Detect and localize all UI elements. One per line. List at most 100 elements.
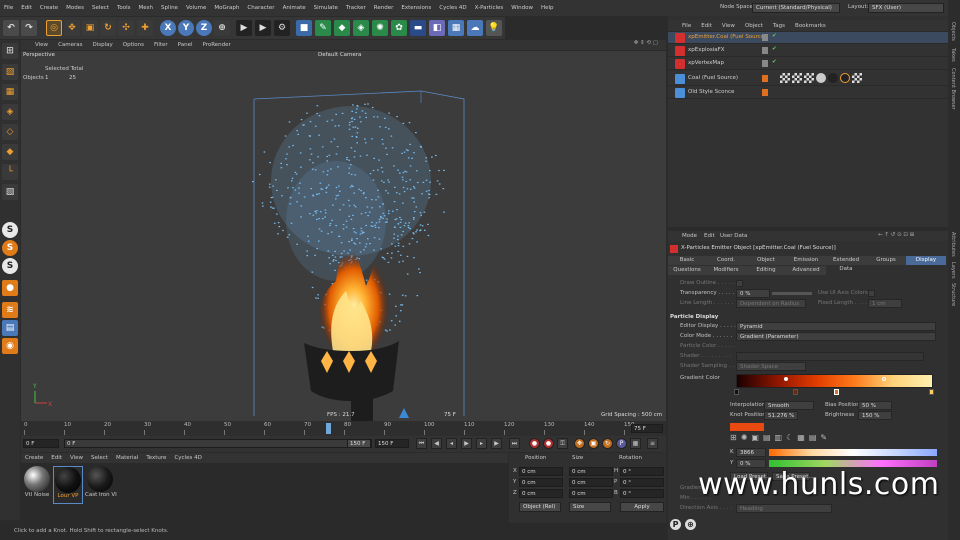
bias-position-field[interactable]: 50 % <box>858 401 892 410</box>
material-tag-icon[interactable] <box>840 73 850 83</box>
gradient-knot-handle[interactable] <box>882 377 886 381</box>
menu-cycles4d[interactable]: Cycles 4D <box>435 5 470 11</box>
axis-mode-icon[interactable]: └ <box>2 164 18 180</box>
edges-mode-icon[interactable]: ◇ <box>2 124 18 140</box>
menu-mesh[interactable]: Mesh <box>135 5 157 11</box>
size-y-field[interactable]: 0 cm <box>569 478 613 487</box>
s-tool-icon-2[interactable]: S <box>2 240 18 256</box>
side-tab-structure[interactable]: Structure <box>950 283 956 306</box>
material-menu-select[interactable]: Select <box>87 455 112 461</box>
move-icon[interactable]: ✥ <box>64 20 80 36</box>
viewport-menu-options[interactable]: Options <box>118 42 149 48</box>
parameter-key-icon[interactable]: P <box>616 438 627 449</box>
layout-dropdown[interactable]: SFX (User) <box>868 3 944 13</box>
preview-end-field[interactable]: 150 F <box>347 439 371 448</box>
3d-viewport[interactable]: Perspective Default Camera Selected Tota… <box>21 51 666 421</box>
next-frame-icon[interactable]: ▸ <box>476 438 487 449</box>
texture-mode-icon[interactable]: ▦ <box>2 84 18 100</box>
menu-edit[interactable]: Edit <box>17 5 36 11</box>
material-menu-edit[interactable]: Edit <box>47 455 66 461</box>
menu-simulate[interactable]: Simulate <box>310 5 342 11</box>
prev-frame-icon[interactable]: ◂ <box>446 438 457 449</box>
array-icon[interactable]: ◈ <box>353 20 369 36</box>
menu-render[interactable]: Render <box>370 5 398 11</box>
camera-icon[interactable]: ◧ <box>429 20 445 36</box>
recent-tools-icon[interactable]: ✣ <box>118 20 134 36</box>
visibility-dot-icon[interactable] <box>762 89 768 96</box>
redo-icon[interactable]: ↷ <box>21 20 37 36</box>
goto-start-icon[interactable]: ⏮ <box>416 438 427 449</box>
viewport-menu-prorender[interactable]: ProRender <box>198 42 236 48</box>
attribute-menu-edit[interactable]: Edit <box>704 233 715 239</box>
gradient-knot-selected[interactable] <box>834 389 839 395</box>
material-menu-material[interactable]: Material <box>112 455 142 461</box>
render-picture-viewer-icon[interactable]: ▶ <box>255 20 271 36</box>
timeline-menu-icon[interactable]: ≡ <box>647 438 658 449</box>
goto-end-icon[interactable]: ⏭ <box>509 438 520 449</box>
attribute-nav-icons[interactable]: ← ↑ ↺ ⊙ ⊡ ⊞ <box>878 232 914 238</box>
cloner-icon[interactable]: ✿ <box>391 20 407 36</box>
gradient-knot-handle[interactable] <box>784 377 788 381</box>
xp-tool-icon-3[interactable]: ▤ <box>2 320 18 336</box>
object-menu-edit[interactable]: Edit <box>696 23 717 29</box>
model-mode-icon[interactable]: ▨ <box>2 64 18 80</box>
subdivision-icon[interactable]: ◆ <box>334 20 350 36</box>
object-row[interactable]: xpVertexMap ✔ <box>668 58 948 70</box>
current-frame-field[interactable]: 75 F <box>631 424 663 433</box>
enabled-check-icon[interactable]: ✔ <box>772 46 777 52</box>
object-menu-view[interactable]: View <box>717 23 740 29</box>
make-editable-icon[interactable]: ⊞ <box>2 43 18 59</box>
tab-modifiers[interactable]: Modifiers <box>706 266 746 275</box>
swatches-icon[interactable]: ▤ <box>809 433 817 444</box>
position-x-field[interactable]: 0 cm <box>519 467 563 476</box>
tab-extended-data[interactable]: Extended Data <box>826 256 866 272</box>
object-menu-object[interactable]: Object <box>740 23 768 29</box>
sky-icon[interactable]: ☁ <box>467 20 483 36</box>
rotation-b-field[interactable]: 0 ° <box>620 489 664 498</box>
rgb-icon[interactable]: ▤ <box>763 433 771 444</box>
xp-logo-icon[interactable]: P <box>670 519 681 530</box>
tab-questions[interactable]: Questions <box>668 266 706 275</box>
timeline-ruler[interactable]: 0 10 20 30 40 50 60 70 80 90 100 110 120 130 140 150 75… <box>21 421 666 436</box>
apply-button[interactable]: Apply <box>620 502 664 512</box>
visibility-dot-icon[interactable] <box>762 60 768 67</box>
rotate-icon[interactable]: ↻ <box>100 20 116 36</box>
floor-icon[interactable]: ▬ <box>410 20 426 36</box>
position-z-field[interactable]: 0 cm <box>519 489 563 498</box>
attribute-menu-userdata[interactable]: User Data <box>720 233 747 239</box>
side-tab-layers[interactable]: Layers <box>950 262 956 279</box>
object-row[interactable]: xpExplosiaFX ✔ <box>668 45 948 57</box>
transform-icon[interactable]: ✚ <box>137 20 153 36</box>
viewport-menu-cameras[interactable]: Cameras <box>53 42 87 48</box>
object-row[interactable]: Coal (Fuel Source) <box>668 71 948 86</box>
tab-basic[interactable]: Basic <box>668 256 706 265</box>
material-swatch-1[interactable]: Vtl Noise <box>23 466 51 504</box>
material-tag-icon[interactable] <box>792 73 802 83</box>
scene-icon[interactable]: ▦ <box>448 20 464 36</box>
material-tag-icon[interactable] <box>852 73 862 83</box>
k-slider[interactable] <box>769 449 937 456</box>
coordinate-system-icon[interactable]: ⊕ <box>214 20 230 36</box>
object-menu-file[interactable]: File <box>668 23 696 29</box>
preview-range-slider[interactable]: 0 F <box>64 439 372 448</box>
tab-editing[interactable]: Editing <box>746 266 786 275</box>
menu-create[interactable]: Create <box>36 5 62 11</box>
render-view-icon[interactable]: ▶ <box>236 20 252 36</box>
hsv-icon[interactable]: ▥ <box>775 433 783 444</box>
k-field[interactable]: 3866 <box>736 448 766 457</box>
rotation-h-field[interactable]: 0 ° <box>620 467 664 476</box>
tab-coord[interactable]: Coord. <box>706 256 746 265</box>
menu-help[interactable]: Help <box>537 5 558 11</box>
eyedropper-icon[interactable]: ✎ <box>820 433 827 444</box>
menu-modes[interactable]: Modes <box>62 5 88 11</box>
color-mode-dropdown[interactable]: Gradient (Parameter) <box>736 332 936 341</box>
s-tool-icon-3[interactable]: S <box>2 258 18 274</box>
scale-key-icon[interactable]: ▣ <box>588 438 599 449</box>
xp-tool-icon-4[interactable]: ◉ <box>2 338 18 354</box>
light-icon[interactable]: 💡 <box>486 20 502 36</box>
workplane-icon[interactable]: ▧ <box>2 184 18 200</box>
viewport-menu-display[interactable]: Display <box>88 42 118 48</box>
render-settings-icon[interactable]: ⚙ <box>274 20 290 36</box>
autokey-icon[interactable]: ● <box>543 438 554 449</box>
knot-position-field[interactable]: 51.276 % <box>764 411 798 420</box>
